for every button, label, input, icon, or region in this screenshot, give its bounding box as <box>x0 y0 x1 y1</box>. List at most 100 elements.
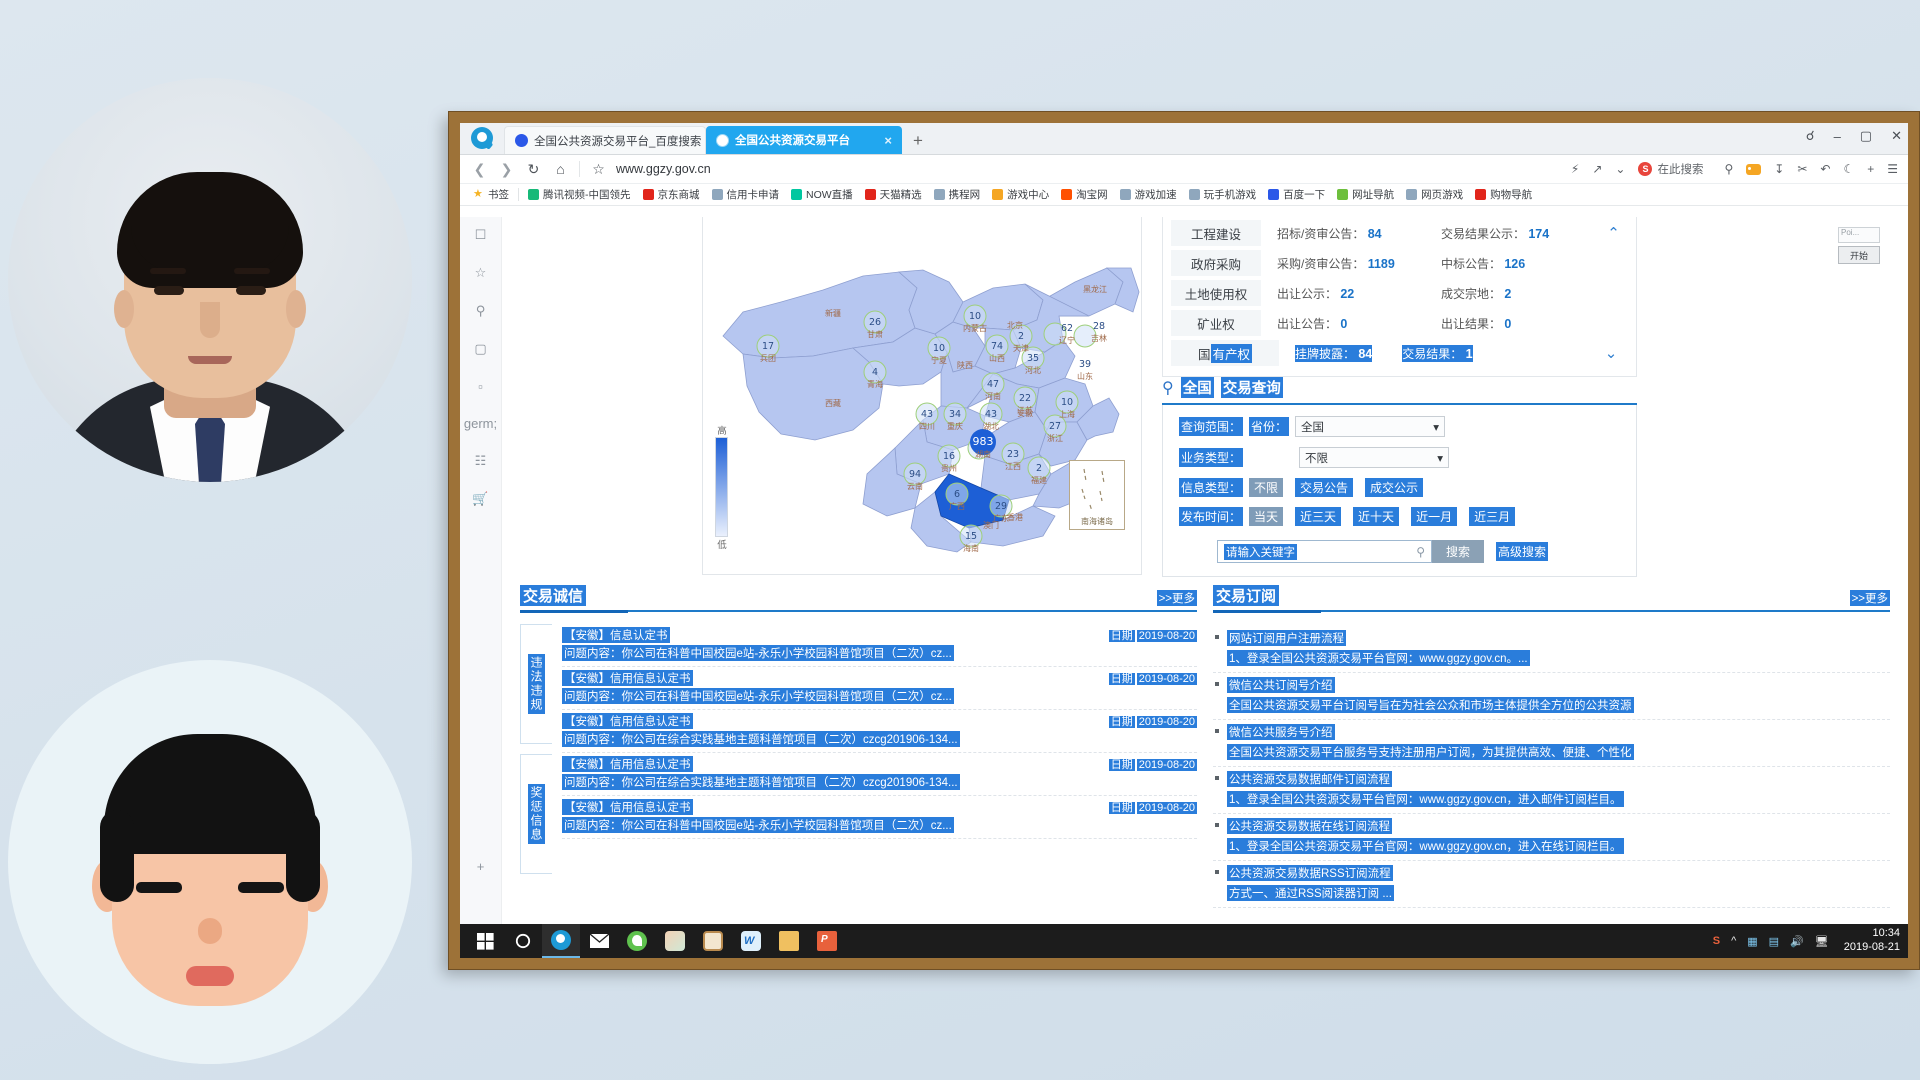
close-tab-icon[interactable]: × <box>884 133 892 148</box>
sidebar-live-icon[interactable]: ▫ <box>478 379 483 394</box>
search-button[interactable]: 搜索 <box>1432 540 1484 563</box>
night-mode-icon[interactable]: ☾ <box>1843 162 1854 176</box>
volume-icon[interactable]: 🔊 <box>1790 935 1804 948</box>
paint-icon[interactable] <box>656 924 694 958</box>
time-option-当天[interactable]: 当天 <box>1249 507 1284 526</box>
wps-icon[interactable]: W <box>732 924 770 958</box>
subscribe-list-item[interactable]: 公共资源交易数据邮件订阅流程 1、登录全国公共资源交易平台官网：www.ggzy.… <box>1213 767 1890 814</box>
add-icon[interactable]: + <box>1867 162 1874 176</box>
credit-item-title[interactable]: 【安徽】信息认定书 <box>562 627 670 643</box>
bookmark-item[interactable]: 天猫精选 <box>859 187 928 202</box>
ppt-icon[interactable]: P <box>808 924 846 958</box>
network-icon[interactable]: ▦ <box>1747 935 1757 948</box>
statistics-row[interactable]: 工程建设 招标/资审公告： 84 交易结果公示： 174 ⌃ <box>1171 218 1626 248</box>
bookmark-item[interactable]: 携程网 <box>928 187 987 202</box>
credit-vertical-tab[interactable]: 奖惩信息 <box>520 754 552 874</box>
statistics-row[interactable]: 矿业权 出让公告： 0 出让结果： 0 <box>1171 308 1626 338</box>
expand-chevron-icon[interactable]: ⌃ <box>1601 224 1626 242</box>
credit-item-title[interactable]: 【安徽】信用信息认定书 <box>562 799 693 815</box>
back-icon[interactable]: ❮ <box>466 156 493 183</box>
gamepad-icon[interactable] <box>1746 163 1762 175</box>
download-icon[interactable]: ↧ <box>1774 162 1784 176</box>
bookmark-item[interactable]: 腾讯视频-中国领先 <box>522 187 637 202</box>
subscribe-item-title[interactable]: 公共资源交易数据邮件订阅流程 <box>1227 771 1392 787</box>
statistics-category[interactable]: 国有产权 <box>1171 340 1279 366</box>
bookmark-item[interactable]: 百度一下 <box>1262 187 1331 202</box>
china-map-chart[interactable]: 10 28 62 2 74 35 39 26 10 17 4 47 22 10 43 34 43 27 983 23 2… <box>702 217 1142 575</box>
credit-list-item[interactable]: 【安徽】信用信息认定书 日期 2019-08-20 问题内容：你公司在科普中国校园e站… <box>562 796 1197 839</box>
credit-item-title[interactable]: 【安徽】信用信息认定书 <box>562 756 693 772</box>
reload-icon[interactable]: ↻ <box>520 156 547 183</box>
statistics-row[interactable]: 国有产权 挂牌披露： 84 交易结果： 1 ⌄ <box>1171 338 1626 368</box>
sogou-search-box[interactable]: S 在此搜索 <box>1638 161 1703 177</box>
screenshot-scissors-icon[interactable]: ✂ <box>1797 162 1807 176</box>
credit-more-link[interactable]: >>更多 <box>1156 590 1197 606</box>
folder-icon[interactable] <box>770 924 808 958</box>
bookmark-item[interactable]: 玩手机游戏 <box>1183 187 1263 202</box>
search-icon[interactable]: ⚲ <box>1724 162 1733 176</box>
credit-item-title[interactable]: 【安徽】信用信息认定书 <box>562 713 693 729</box>
credit-vertical-tab[interactable]: 违法违规 <box>520 624 552 744</box>
subscribe-item-title[interactable]: 微信公共订阅号介绍 <box>1227 677 1335 693</box>
bookmark-item[interactable]: 淘宝网 <box>1055 187 1114 202</box>
start-icon[interactable] <box>466 924 504 958</box>
bookmark-item[interactable]: NOW直播 <box>785 187 859 202</box>
time-option-近三月[interactable]: 近三月 <box>1469 507 1516 526</box>
infotype-option-成交公示[interactable]: 成交公示 <box>1365 478 1424 497</box>
statistics-category[interactable]: 矿业权 <box>1171 310 1261 336</box>
credit-item-title[interactable]: 【安徽】信用信息认定书 <box>562 670 693 686</box>
province-select[interactable]: 全国 ▾ <box>1295 416 1446 437</box>
subscribe-item-title[interactable]: 公共资源交易数据在线订阅流程 <box>1227 818 1392 834</box>
biztype-select[interactable]: 不限 ▾ <box>1299 447 1450 468</box>
minimize-button[interactable]: – <box>1834 129 1841 144</box>
share-icon[interactable]: ↗ <box>1592 162 1602 176</box>
bookmark-item[interactable]: 购物导航 <box>1469 187 1538 202</box>
bookmark-item[interactable]: 游戏中心 <box>986 187 1055 202</box>
statistics-row[interactable]: 政府采购 采购/资审公告： 1189 中标公告： 126 <box>1171 248 1626 278</box>
infotype-option-交易公告[interactable]: 交易公告 <box>1295 478 1354 497</box>
bookmarks-root[interactable]: ★ 书签 <box>467 187 515 202</box>
statistics-row[interactable]: 土地使用权 出让公示： 22 成交宗地： 2 <box>1171 278 1626 308</box>
bookmark-item[interactable]: 京东商城 <box>637 187 706 202</box>
sidebar-search-icon[interactable]: ⚲ <box>476 303 486 319</box>
credit-list-item[interactable]: 【安徽】信息认定书 日期 2019-08-20 问题内容：你公司在科普中国校园e站-永… <box>562 624 1197 667</box>
credit-list-item[interactable]: 【安徽】信用信息认定书 日期 2019-08-20 问题内容：你公司在综合实践基地主题… <box>562 753 1197 796</box>
taskbar-clock[interactable]: 10:34 2019-08-21 <box>1840 927 1900 955</box>
sidebar-add-icon[interactable]: + <box>477 859 485 874</box>
tab-baidu-search[interactable]: 全国公共资源交易平台_百度搜索 <box>504 126 706 154</box>
chevron-down-icon[interactable]: ⌄ <box>1615 162 1625 176</box>
subscribe-item-title[interactable]: 网站订阅用户注册流程 <box>1227 630 1346 646</box>
bookmark-item[interactable]: 游戏加速 <box>1114 187 1183 202</box>
subscribe-item-title[interactable]: 微信公共服务号介绍 <box>1227 724 1335 740</box>
qq-browser-icon[interactable] <box>542 924 580 958</box>
chevron-up-icon[interactable]: ^ <box>1731 935 1736 947</box>
infotype-option-不限[interactable]: 不限 <box>1249 478 1284 497</box>
subscribe-list-item[interactable]: 网站订阅用户注册流程 1、登录全国公共资源交易平台官网：www.ggzy.gov.… <box>1213 626 1890 673</box>
new-tab-button[interactable]: + <box>902 131 934 154</box>
subscribe-list-item[interactable]: 微信公共服务号介绍 全国公共资源交易平台服务号支持注册用户订阅，为其提供高效、便捷… <box>1213 720 1890 767</box>
close-window-button[interactable]: ✕ <box>1891 128 1902 144</box>
sidebar-chat-icon[interactable]: germ; <box>464 416 497 431</box>
sidebar-video-icon[interactable]: ▢ <box>474 341 486 357</box>
home-icon[interactable]: ⌂ <box>547 156 574 183</box>
lightning-icon[interactable]: ⚡ <box>1571 162 1579 176</box>
bookmark-item[interactable]: 信用卡申请 <box>706 187 786 202</box>
undo-icon[interactable]: ↶ <box>1820 162 1830 176</box>
snipaste-icon[interactable]: S <box>1713 935 1720 947</box>
address-bar[interactable]: www.ggzy.gov.cn <box>612 162 1571 176</box>
subscribe-list-item[interactable]: 公共资源交易数据RSS订阅流程 方式一、通过RSS阅读器订阅 ... <box>1213 861 1890 908</box>
bookmark-item[interactable]: 网页游戏 <box>1400 187 1469 202</box>
sidebar-cart-icon[interactable]: 🛒 <box>472 491 488 507</box>
forward-icon[interactable]: ❯ <box>493 156 520 183</box>
statistics-category[interactable]: 政府采购 <box>1171 250 1261 276</box>
statistics-category[interactable]: 土地使用权 <box>1171 280 1261 306</box>
bookmark-star-icon[interactable]: ☆ <box>585 156 612 183</box>
mail-icon[interactable] <box>580 924 618 958</box>
action-center-icon[interactable]: 🖥 <box>1815 935 1829 948</box>
time-option-近三天[interactable]: 近三天 <box>1295 507 1342 526</box>
sidebar-note-icon[interactable]: ☷ <box>475 453 487 469</box>
time-option-近一月[interactable]: 近一月 <box>1411 507 1458 526</box>
credit-list-item[interactable]: 【安徽】信用信息认定书 日期 2019-08-20 问题内容：你公司在科普中国校园e站… <box>562 667 1197 710</box>
cortana-icon[interactable] <box>504 924 542 958</box>
subscribe-list-item[interactable]: 公共资源交易数据在线订阅流程 1、登录全国公共资源交易平台官网：www.ggzy.… <box>1213 814 1890 861</box>
